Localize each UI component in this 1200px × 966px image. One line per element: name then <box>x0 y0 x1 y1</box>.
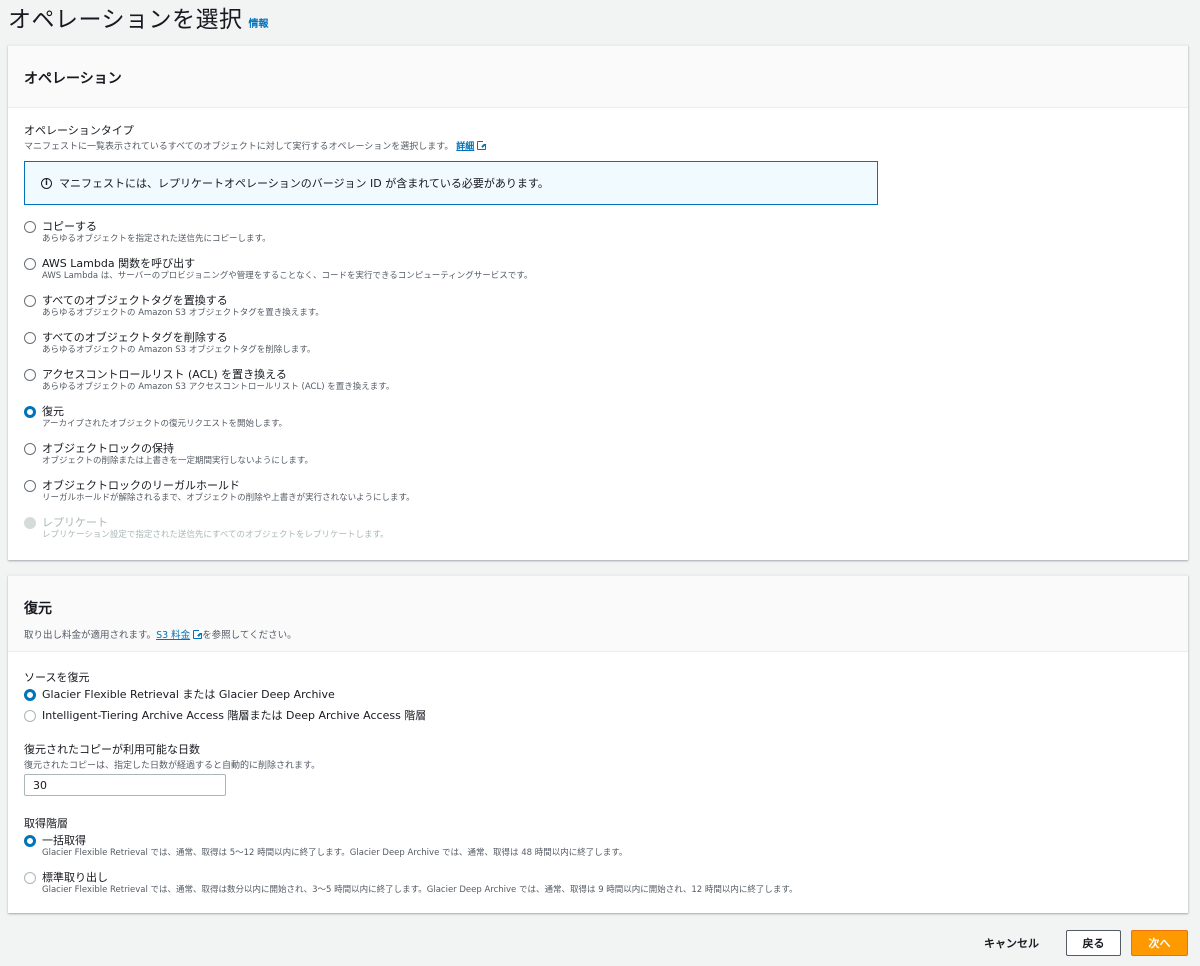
radio-button[interactable] <box>24 295 36 307</box>
info-icon: i <box>41 177 52 189</box>
radio-button[interactable] <box>24 221 36 233</box>
days-label: 復元されたコピーが利用可能な日数 <box>24 743 200 756</box>
restore-panel-header: 復元 取り出し料金が適用されます。S3 料金 を参照してください。 <box>8 576 1188 652</box>
op-option-replace-acl[interactable]: アクセスコントロールリスト (ACL) を置き換える あらゆるオブジェクトの Am… <box>24 367 394 393</box>
op-option-restore[interactable]: 復元 アーカイブされたオブジェクトの復元リクエストを開始します。 <box>24 404 287 430</box>
radio-button[interactable] <box>24 710 36 722</box>
back-button[interactable]: 戻る <box>1066 930 1121 956</box>
page-header: オペレーションを選択 情報 <box>8 0 269 34</box>
days-input[interactable] <box>24 774 226 796</box>
details-link[interactable]: 詳細 <box>456 142 474 152</box>
source-option-glacier[interactable]: Glacier Flexible Retrieval または Glacier D… <box>24 687 335 702</box>
restore-panel: 復元 取り出し料金が適用されます。S3 料金 を参照してください。 ソースを復元 … <box>8 575 1188 913</box>
op-option-legal-hold[interactable]: オブジェクトロックのリーガルホールド リーガルホールドが解除されるまで、オブジェク… <box>24 478 415 504</box>
alert-text: マニフェストには、レプリケートオペレーションのバージョン ID が含まれている必… <box>59 177 549 190</box>
radio-button[interactable] <box>24 872 36 884</box>
retrieval-tier-label: 取得階層 <box>24 817 68 830</box>
tier-option-standard[interactable]: 標準取り出し Glacier Flexible Retrieval では、通常、取… <box>24 870 798 896</box>
operation-panel-body: オペレーションタイプ マニフェストに一覧表示されているすべてのオブジェクトに対し… <box>8 108 1188 561</box>
operation-type-label: オペレーションタイプ <box>24 124 134 137</box>
external-link-icon <box>477 139 489 150</box>
restore-panel-body: ソースを復元 Glacier Flexible Retrieval または Gl… <box>8 652 1188 914</box>
radio-button-selected[interactable] <box>24 835 36 847</box>
version-id-alert: i マニフェストには、レプリケートオペレーションのバージョン ID が含まれてい… <box>24 161 878 205</box>
operation-panel: オペレーション オペレーションタイプ マニフェストに一覧表示されているすべてのオ… <box>8 45 1188 560</box>
operation-panel-header: オペレーション <box>8 46 1188 108</box>
op-option-replace-tags[interactable]: すべてのオブジェクトタグを置換する あらゆるオブジェクトの Amazon S3 オ… <box>24 293 324 319</box>
restore-panel-desc: 取り出し料金が適用されます。S3 料金 を参照してください。 <box>24 628 297 641</box>
radio-button-disabled <box>24 517 36 529</box>
op-option-copy[interactable]: コピーする あらゆるオブジェクトを指定された送信先にコピーします。 <box>24 219 271 245</box>
radio-button[interactable] <box>24 480 36 492</box>
days-desc: 復元されたコピーは、指定した日数が経過すると自動的に削除されます。 <box>24 761 321 771</box>
next-button[interactable]: 次へ <box>1131 930 1188 956</box>
radio-button[interactable] <box>24 332 36 344</box>
operation-type-desc: マニフェストに一覧表示されているすべてのオブジェクトに対して実行するオペレーショ… <box>24 139 489 152</box>
op-option-object-lock-retention[interactable]: オブジェクトロックの保持 オブジェクトの削除または上書きを一定期間実行しないように… <box>24 441 313 467</box>
external-link-icon <box>193 628 205 639</box>
restore-panel-title: 復元 <box>24 601 52 617</box>
wizard-footer: キャンセル 戻る 次へ <box>984 930 1188 956</box>
tier-option-bulk[interactable]: 一括取得 Glacier Flexible Retrieval では、通常、取得は… <box>24 833 627 859</box>
radio-button-selected[interactable] <box>24 689 36 701</box>
op-option-delete-tags[interactable]: すべてのオブジェクトタグを削除する あらゆるオブジェクトの Amazon S3 オ… <box>24 330 315 356</box>
operation-panel-title: オペレーション <box>24 71 122 87</box>
op-option-replicate: レプリケート レプリケーション設定で指定された送信先にすべてのオブジェクトをレプリ… <box>24 515 389 541</box>
info-link[interactable]: 情報 <box>249 15 269 30</box>
radio-button-selected[interactable] <box>24 406 36 418</box>
source-option-intelligent-tiering[interactable]: Intelligent-Tiering Archive Access 階層または… <box>24 708 426 723</box>
restore-source-label: ソースを復元 <box>24 671 90 684</box>
radio-button[interactable] <box>24 369 36 381</box>
cancel-button[interactable]: キャンセル <box>984 935 1039 951</box>
s3-pricing-link[interactable]: S3 料金 <box>156 630 190 641</box>
op-option-lambda[interactable]: AWS Lambda 関数を呼び出す AWS Lambda は、サーバーのプロビジ… <box>24 256 532 282</box>
radio-button[interactable] <box>24 258 36 270</box>
page-title: オペレーションを選択 <box>8 7 243 33</box>
radio-button[interactable] <box>24 443 36 455</box>
